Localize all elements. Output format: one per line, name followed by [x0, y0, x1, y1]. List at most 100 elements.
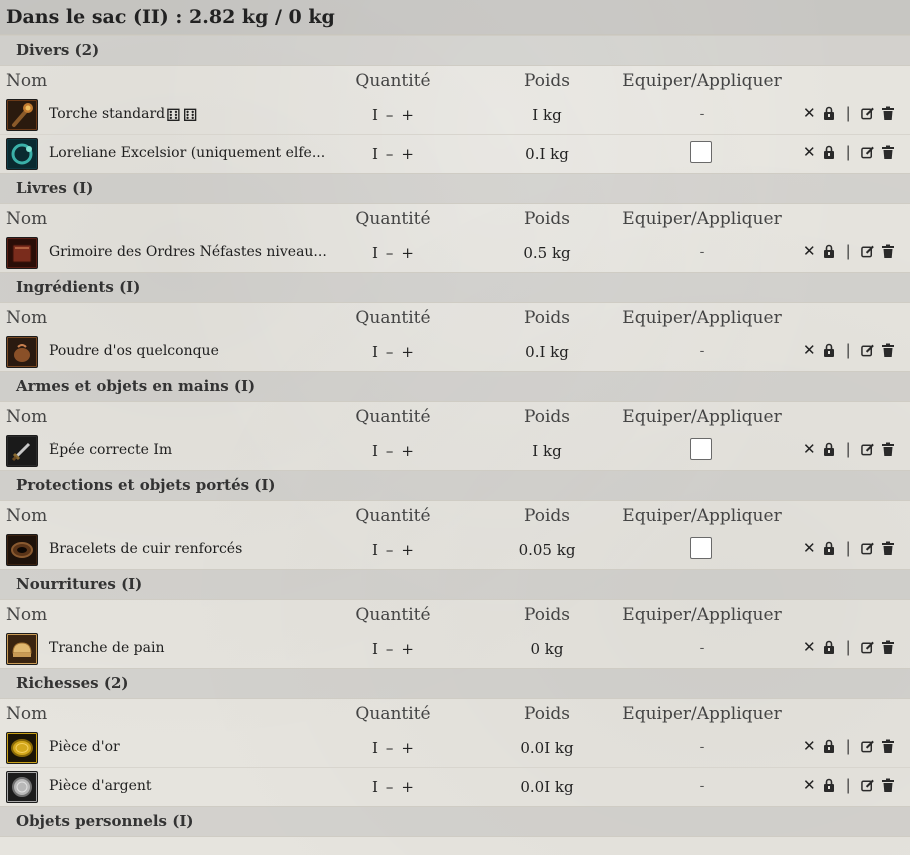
edit-icon[interactable] [860, 442, 875, 457]
item-name[interactable]: Épée correcte Im [49, 442, 172, 458]
torch-icon[interactable] [6, 99, 38, 131]
decrement-button[interactable]: – [386, 640, 394, 658]
book-icon[interactable] [6, 237, 38, 269]
lock-icon[interactable] [822, 541, 836, 556]
item-name[interactable]: Torche standard [49, 106, 165, 122]
decrement-button[interactable]: – [386, 145, 394, 163]
column-header-row: Nom Quantité Poids Equiper/Appliquer [0, 600, 910, 630]
item-weight: 0.0I kg [520, 739, 574, 757]
silver-coin-icon[interactable] [6, 771, 38, 803]
decrement-button[interactable]: – [386, 244, 394, 262]
item-name[interactable]: Loreliane Excelsior (uniquement elfe... [49, 145, 325, 161]
category-header[interactable]: Livres (I) [0, 173, 910, 204]
edit-icon[interactable] [860, 106, 875, 121]
lock-icon[interactable] [822, 778, 836, 793]
increment-button[interactable]: + [401, 244, 414, 262]
increment-button[interactable]: + [401, 343, 414, 361]
quantity-control: I – + [372, 739, 414, 757]
bread-icon[interactable] [6, 633, 38, 665]
item-name[interactable]: Pièce d'argent [49, 778, 152, 794]
remove-icon[interactable]: ✕ [803, 539, 816, 557]
item-actions: ✕ | [803, 143, 895, 161]
increment-button[interactable]: + [401, 640, 414, 658]
trash-icon[interactable] [881, 778, 895, 793]
item-name[interactable]: Poudre d'os quelconque [49, 343, 219, 359]
item-weight: 0.05 kg [518, 541, 576, 559]
decrement-button[interactable]: – [386, 106, 394, 124]
increment-button[interactable]: + [401, 739, 414, 757]
category-header[interactable]: Ingrédients (I) [0, 272, 910, 303]
category-header[interactable]: Richesses (2) [0, 668, 910, 699]
edit-icon[interactable] [860, 343, 875, 358]
increment-button[interactable]: + [401, 145, 414, 163]
item-actions: ✕ | [803, 440, 895, 458]
separator: | [845, 440, 851, 458]
trash-icon[interactable] [881, 145, 895, 160]
quantity-value: I [371, 106, 378, 124]
edit-icon[interactable] [860, 739, 875, 754]
category-header[interactable]: Protections et objets portés (I) [0, 470, 910, 501]
increment-button[interactable]: + [401, 442, 414, 460]
lock-icon[interactable] [822, 640, 836, 655]
pouch-icon[interactable] [6, 336, 38, 368]
trash-icon[interactable] [881, 106, 895, 121]
edit-icon[interactable] [860, 640, 875, 655]
category-header[interactable]: Nourritures (I) [0, 569, 910, 600]
increment-button[interactable]: + [401, 778, 414, 796]
trash-icon[interactable] [881, 343, 895, 358]
category-header[interactable]: Armes et objets en mains (I) [0, 371, 910, 402]
decrement-button[interactable]: – [386, 739, 394, 757]
lock-icon[interactable] [822, 106, 836, 121]
gold-coin-icon[interactable] [6, 732, 38, 764]
column-header-row: Nom Quantité Poids Equiper/Appliquer [0, 204, 910, 234]
decrement-button[interactable]: – [386, 442, 394, 460]
item-name[interactable]: Bracelets de cuir renforcés [49, 541, 242, 557]
item-name[interactable]: Pièce d'or [49, 739, 120, 755]
quantity-value: I [371, 541, 378, 559]
trash-icon[interactable] [881, 442, 895, 457]
inventory-content: Divers (2) Nom Quantité Poids Equiper/Appliq… [0, 35, 910, 837]
edit-icon[interactable] [860, 244, 875, 259]
decrement-button[interactable]: – [386, 541, 394, 559]
remove-icon[interactable]: ✕ [803, 341, 816, 359]
category-header[interactable]: Objets personnels (I) [0, 806, 910, 837]
edit-icon[interactable] [860, 778, 875, 793]
item-actions: ✕ | [803, 104, 895, 122]
edit-icon[interactable] [860, 541, 875, 556]
trash-icon[interactable] [881, 640, 895, 655]
lock-icon[interactable] [822, 442, 836, 457]
bracelet-icon[interactable] [6, 534, 38, 566]
equip-checkbox[interactable] [690, 438, 712, 460]
trash-icon[interactable] [881, 244, 895, 259]
remove-icon[interactable]: ✕ [803, 104, 816, 122]
remove-icon[interactable]: ✕ [803, 440, 816, 458]
equip-checkbox[interactable] [690, 141, 712, 163]
sword-icon[interactable] [6, 435, 38, 467]
quantity-value: I [371, 778, 378, 796]
lock-icon[interactable] [822, 244, 836, 259]
equip-placeholder: - [699, 343, 705, 359]
remove-icon[interactable]: ✕ [803, 776, 816, 794]
edit-icon[interactable] [860, 145, 875, 160]
lock-icon[interactable] [822, 145, 836, 160]
category-header[interactable]: Divers (2) [0, 35, 910, 66]
decrement-button[interactable]: – [386, 778, 394, 796]
column-header-weight: Poids [523, 407, 571, 427]
increment-button[interactable]: + [401, 106, 414, 124]
item-name[interactable]: Tranche de pain [49, 640, 165, 656]
remove-icon[interactable]: ✕ [803, 242, 816, 260]
remove-icon[interactable]: ✕ [803, 143, 816, 161]
lock-icon[interactable] [822, 739, 836, 754]
increment-button[interactable]: + [401, 541, 414, 559]
remove-icon[interactable]: ✕ [803, 638, 816, 656]
lock-icon[interactable] [822, 343, 836, 358]
equip-checkbox[interactable] [690, 537, 712, 559]
remove-icon[interactable]: ✕ [803, 737, 816, 755]
trash-icon[interactable] [881, 541, 895, 556]
item-name[interactable]: Grimoire des Ordres Néfastes niveau... [49, 244, 327, 260]
dice-icon[interactable]: ⚅⚅ [166, 106, 200, 126]
trash-icon[interactable] [881, 739, 895, 754]
decrement-button[interactable]: – [386, 343, 394, 361]
item-row: Bracelets de cuir renforcés I – +0.05 kg ✕ | [0, 531, 910, 569]
ring-icon[interactable] [6, 138, 38, 170]
